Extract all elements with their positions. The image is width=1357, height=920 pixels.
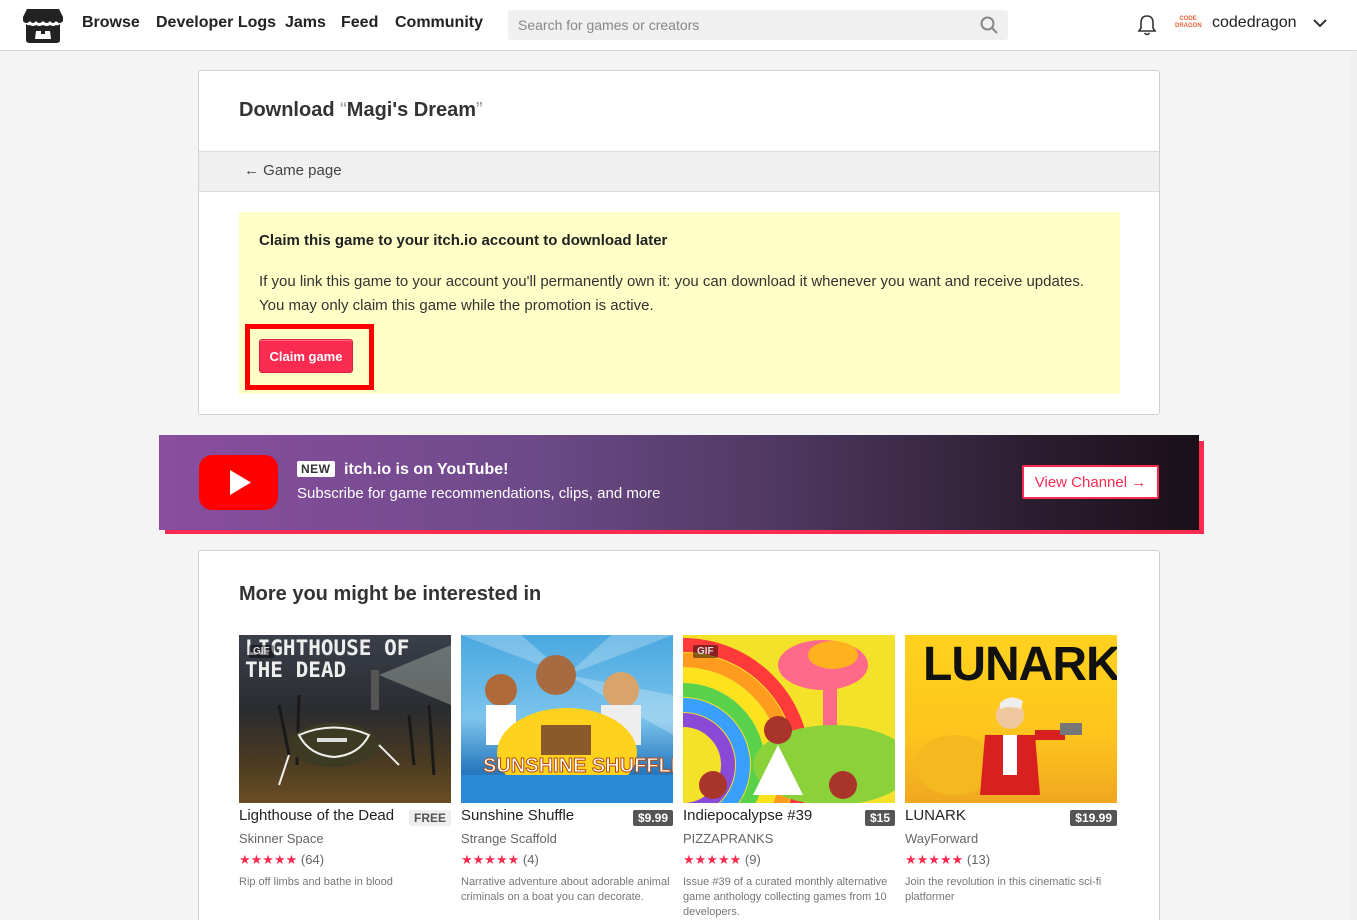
- game-page-link[interactable]: ← Game page: [244, 162, 342, 179]
- price-badge: $15: [864, 810, 895, 826]
- game-author[interactable]: Strange Scaffold: [461, 831, 557, 846]
- game-author[interactable]: WayForward: [905, 831, 978, 846]
- star-icons: ★★★★★: [683, 852, 742, 867]
- chevron-down-icon[interactable]: [1312, 17, 1328, 29]
- price-badge: FREE: [408, 810, 451, 826]
- game-thumbnail[interactable]: SUNSHINE SHUFFLE: [461, 635, 673, 803]
- rating-count: (13): [966, 852, 991, 867]
- download-panel: Download “Magi's Dream” ← Game page Clai…: [198, 70, 1160, 415]
- view-channel-button[interactable]: View Channel →: [1022, 465, 1159, 499]
- game-title[interactable]: Sunshine Shuffle: [461, 807, 574, 824]
- claim-text: If you link this game to your account yo…: [259, 273, 1084, 314]
- youtube-play-icon: [199, 455, 278, 510]
- claim-title: Claim this game to your itch.io account …: [259, 232, 668, 249]
- claim-box: Claim this game to your itch.io account …: [239, 212, 1120, 394]
- recommendations-panel: More you might be interested in LIGHTHOU…: [198, 550, 1160, 920]
- rating-count: (9): [744, 852, 761, 867]
- rating-count: (4): [522, 852, 539, 867]
- game-description: Narrative adventure about adorable anima…: [461, 876, 670, 903]
- star-icons: ★★★★★: [239, 852, 298, 867]
- price-badge: $9.99: [632, 810, 673, 826]
- game-name: Magi's Dream: [346, 99, 477, 121]
- page-title: Download “Magi's Dream”: [239, 99, 483, 122]
- game-description: Join the revolution in this cinematic sc…: [905, 876, 1102, 903]
- game-author[interactable]: Skinner Space: [239, 831, 324, 846]
- youtube-subtitle: Subscribe for game recommendations, clip…: [297, 485, 661, 502]
- game-thumbnail[interactable]: LUNARK: [905, 635, 1117, 803]
- title-prefix: Download: [239, 99, 335, 121]
- thumbnail-text: LIGHTHOUSE OF THE DEAD: [245, 636, 410, 682]
- quote-close: ”: [476, 99, 483, 121]
- game-thumbnail[interactable]: LIGHTHOUSE OF THE DEAD GIF: [239, 635, 451, 803]
- nav-developer-logs[interactable]: Developer Logs: [156, 14, 276, 32]
- nav-feed[interactable]: Feed: [341, 14, 378, 32]
- rating-stars: ★★★★★ (13): [905, 852, 990, 868]
- search-input[interactable]: [508, 10, 968, 40]
- thumbnail-text: LUNARK: [923, 638, 1117, 691]
- gif-badge: GIF: [249, 645, 274, 658]
- youtube-title: itch.io is on YouTube!: [344, 461, 509, 478]
- top-header: Browse Developer Logs Jams Feed Communit…: [0, 0, 1357, 51]
- itchio-logo-icon[interactable]: [23, 7, 63, 44]
- game-thumbnail[interactable]: GIF: [683, 635, 895, 803]
- new-badge: NEW: [297, 461, 335, 477]
- nav-jams[interactable]: Jams: [285, 14, 326, 32]
- gif-badge: GIF: [693, 645, 718, 658]
- star-icons: ★★★★★: [461, 852, 520, 867]
- game-description: Issue #39 of a curated monthly alternati…: [683, 876, 888, 918]
- price-badge: $19.99: [1070, 810, 1117, 826]
- rating-stars: ★★★★★ (9): [683, 852, 761, 868]
- search-box: [508, 10, 1008, 40]
- avatar[interactable]: CODE DRAGON: [1175, 11, 1202, 37]
- notification-bell-icon[interactable]: [1137, 14, 1157, 36]
- youtube-banner[interactable]: NEW itch.io is on YouTube! Subscribe for…: [159, 435, 1199, 530]
- game-title[interactable]: Indiepocalypse #39: [683, 807, 812, 824]
- nav-community[interactable]: Community: [395, 14, 483, 32]
- nav-browse[interactable]: Browse: [82, 14, 140, 32]
- game-title[interactable]: Lighthouse of the Dead: [239, 807, 394, 824]
- recommendations-title: More you might be interested in: [239, 583, 542, 605]
- game-author[interactable]: PIZZAPRANKS: [683, 831, 773, 846]
- star-icons: ★★★★★: [905, 852, 964, 867]
- username[interactable]: codedragon: [1212, 14, 1297, 32]
- claim-game-button[interactable]: Claim game: [259, 339, 353, 373]
- rating-stars: ★★★★★ (64): [239, 852, 324, 868]
- back-bar: ← Game page: [199, 151, 1159, 192]
- thumbnail-text: SUNSHINE SHUFFLE: [482, 755, 673, 778]
- game-description: Rip off limbs and bathe in blood: [239, 876, 393, 888]
- rating-stars: ★★★★★ (4): [461, 852, 539, 868]
- quote-open: “: [340, 99, 347, 121]
- game-title[interactable]: LUNARK: [905, 807, 966, 824]
- search-icon[interactable]: [980, 16, 998, 34]
- rating-count: (64): [300, 852, 325, 867]
- indiepocalypse-art-icon: [683, 638, 895, 803]
- page-scrollbar[interactable]: [1351, 51, 1357, 920]
